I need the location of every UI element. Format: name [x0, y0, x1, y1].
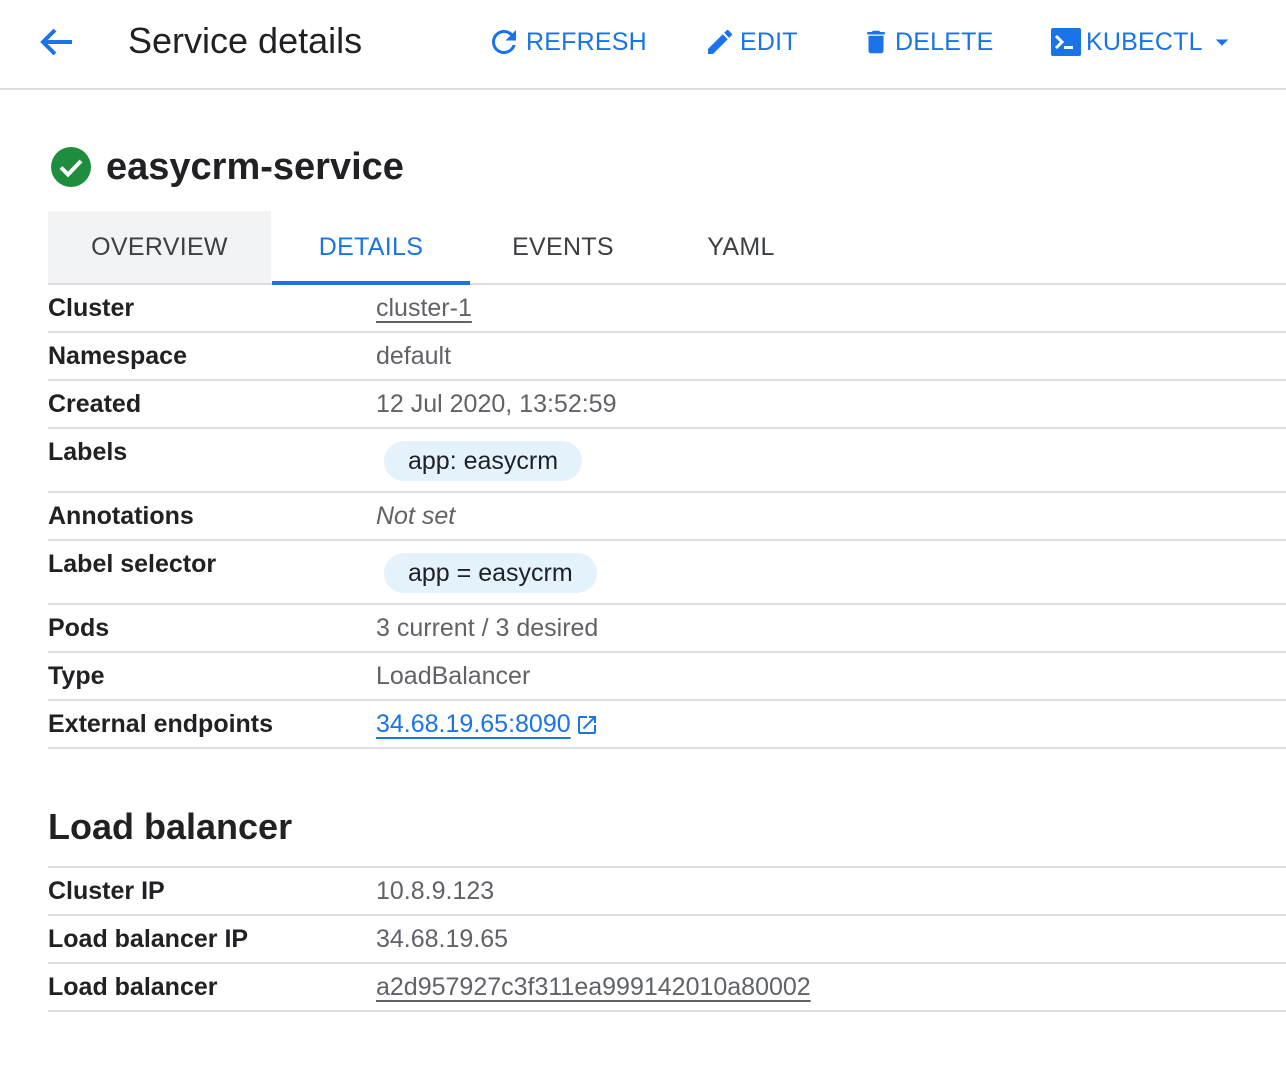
- row-annotations: Annotations Not set: [48, 493, 1286, 541]
- check-circle-icon: [51, 147, 91, 187]
- row-cluster-ip: Cluster IP 10.8.9.123: [48, 868, 1286, 916]
- row-labels: Labels app: easycrm: [48, 429, 1286, 493]
- annotations-value: Not set: [376, 502, 456, 530]
- label-chip: app: easycrm: [384, 441, 583, 481]
- row-type: Type LoadBalancer: [48, 653, 1286, 701]
- lb-name-key: Load balancer: [48, 973, 218, 1001]
- load-balancer-table: Cluster IP 10.8.9.123 Load balancer IP 3…: [48, 866, 1286, 1012]
- lb-ip-value: 34.68.19.65: [376, 925, 509, 953]
- pods-key: Pods: [48, 614, 110, 642]
- cluster-ip-key: Cluster IP: [48, 877, 165, 905]
- namespace-key: Namespace: [48, 342, 187, 370]
- row-cluster: Cluster cluster-1: [48, 285, 1286, 333]
- refresh-icon: [492, 29, 516, 54]
- external-endpoint-link[interactable]: 34.68.19.65:8090: [376, 710, 571, 739]
- selector-chip: app = easycrm: [384, 553, 597, 593]
- tab-overview[interactable]: OVERVIEW: [48, 211, 271, 283]
- external-endpoints-key: External endpoints: [48, 710, 274, 738]
- row-namespace: Namespace default: [48, 333, 1286, 381]
- namespace-value: default: [376, 342, 452, 370]
- refresh-label: REFRESH: [526, 27, 647, 56]
- load-balancer-title: Load balancer: [48, 806, 293, 847]
- external-endpoint[interactable]: 34.68.19.65:8090: [376, 710, 599, 739]
- tab-details[interactable]: DETAILS: [272, 211, 470, 285]
- label-selector-key: Label selector: [48, 550, 217, 578]
- top-app-bar: Service details REFRESH EDIT DELETE KUBE…: [0, 0, 1286, 90]
- caret-down-icon: [1215, 39, 1228, 46]
- resource-name: easycrm-service: [106, 145, 404, 188]
- annotations-key: Annotations: [48, 502, 194, 530]
- label-selector-value: app = easycrm: [384, 553, 597, 593]
- tab-yaml[interactable]: YAML: [656, 211, 826, 283]
- delete-button[interactable]: DELETE: [861, 22, 993, 62]
- lb-name-link[interactable]: a2d957927c3f311ea999142010a80002: [376, 973, 811, 1002]
- page-title: Service details: [128, 20, 363, 61]
- created-value: 12 Jul 2020, 13:52:59: [376, 390, 617, 418]
- open-in-new-icon: [577, 715, 596, 734]
- cluster-ip-value: 10.8.9.123: [376, 877, 495, 905]
- pencil-icon: [708, 29, 733, 54]
- lb-ip-key: Load balancer IP: [48, 925, 249, 953]
- row-lb-ip: Load balancer IP 34.68.19.65: [48, 916, 1286, 964]
- row-created: Created 12 Jul 2020, 13:52:59: [48, 381, 1286, 429]
- tab-events[interactable]: EVENTS: [470, 211, 656, 283]
- edit-button[interactable]: EDIT: [704, 22, 798, 62]
- row-external-endpoints: External endpoints 34.68.19.65:8090: [48, 701, 1286, 749]
- row-pods: Pods 3 current / 3 desired: [48, 605, 1286, 653]
- labels-key: Labels: [48, 438, 128, 466]
- cluster-key: Cluster: [48, 294, 135, 322]
- row-lb-name: Load balancer a2d957927c3f311ea999142010…: [48, 964, 1286, 1012]
- refresh-button[interactable]: REFRESH: [486, 22, 647, 62]
- labels-value: app: easycrm: [384, 441, 583, 481]
- trash-icon: [867, 30, 885, 54]
- kubectl-label: KUBECTL: [1086, 27, 1203, 56]
- edit-label: EDIT: [740, 27, 798, 56]
- type-value: LoadBalancer: [376, 662, 531, 690]
- tab-bar: OVERVIEW DETAILS EVENTS YAML: [48, 211, 1286, 285]
- type-key: Type: [48, 662, 105, 690]
- cluster-link[interactable]: cluster-1: [376, 294, 472, 323]
- pods-value: 3 current / 3 desired: [376, 614, 599, 642]
- back-button[interactable]: [36, 24, 76, 60]
- terminal-icon: [1051, 28, 1081, 56]
- resource-header: easycrm-service: [50, 144, 404, 190]
- created-key: Created: [48, 390, 142, 418]
- delete-label: DELETE: [895, 27, 994, 56]
- details-table: Cluster cluster-1 Namespace default Crea…: [48, 285, 1286, 749]
- kubectl-menu-button[interactable]: KUBECTL: [1050, 22, 1237, 62]
- arrow-back-icon: [40, 28, 72, 56]
- row-label-selector: Label selector app = easycrm: [48, 541, 1286, 605]
